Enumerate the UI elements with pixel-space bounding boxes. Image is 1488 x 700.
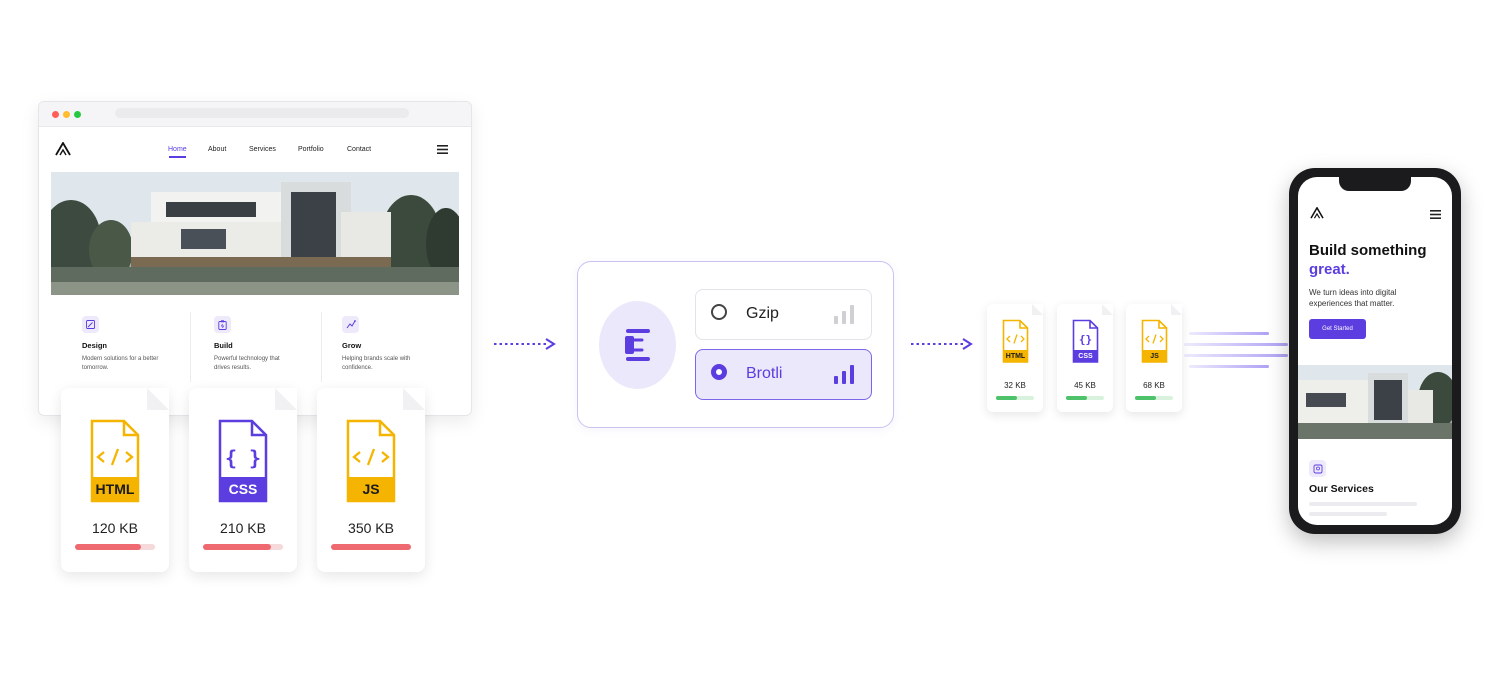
- hamburger-menu-icon[interactable]: [1430, 210, 1441, 219]
- signal-strength-weak-icon: [834, 305, 854, 324]
- feature-design: Design Modern solutions for a better tom…: [82, 316, 192, 373]
- logo-icon[interactable]: [1310, 207, 1324, 219]
- flow-arrow-icon: [494, 338, 556, 350]
- radio-selected-icon[interactable]: [711, 364, 727, 380]
- get-started-button[interactable]: Get Started: [1309, 319, 1366, 339]
- headline-text: Build something: [1309, 242, 1427, 259]
- file-size: 32 KB: [1004, 381, 1026, 390]
- compressed-file-card-js: JS 68 KB: [1126, 304, 1182, 412]
- feature-title: Design: [82, 341, 108, 350]
- file-type-label: JS: [1150, 353, 1159, 360]
- text-placeholder-line: [1309, 512, 1387, 516]
- compression-engine: [599, 301, 676, 389]
- nav-contact[interactable]: Contact: [347, 146, 371, 153]
- original-file-card-js: JS 350 KB: [317, 388, 425, 572]
- file-type-label: HTML: [95, 481, 135, 497]
- nav-home[interactable]: Home: [168, 146, 187, 153]
- compressed-file-card-css: {} CSS 45 KB: [1057, 304, 1113, 412]
- original-file-card-css: { } CSS 210 KB: [189, 388, 297, 572]
- file-type-label: JS: [362, 481, 380, 497]
- file-size-bar: [75, 544, 155, 550]
- option-label: Gzip: [746, 305, 779, 322]
- feature-build: Build Powerful technology that drives re…: [214, 316, 324, 373]
- file-size-bar: [1135, 396, 1173, 400]
- feature-description: Powerful technology that drives results.: [214, 356, 280, 371]
- mobile-device-preview: Build something great. We turn ideas int…: [1289, 168, 1461, 534]
- nav-portfolio[interactable]: Portfolio: [298, 146, 324, 153]
- file-size: 350 KB: [348, 520, 394, 536]
- option-label: Brotli: [746, 365, 783, 382]
- close-window-dot[interactable]: [52, 111, 59, 118]
- compressed-file-card-html: HTML 32 KB: [987, 304, 1043, 412]
- signal-strength-strong-icon: [834, 365, 854, 384]
- hero-image-modern-house: [51, 172, 459, 295]
- browser-toolbar: [39, 102, 471, 127]
- speed-line: [1189, 365, 1269, 368]
- original-file-card-html: HTML 120 KB: [61, 388, 169, 572]
- file-size: 120 KB: [92, 520, 138, 536]
- feature-title: Grow: [342, 341, 362, 350]
- feature-description: Helping brands scale with confidence.: [342, 356, 411, 371]
- speed-line: [1189, 332, 1269, 335]
- file-size-bar: [996, 396, 1034, 400]
- maximize-window-dot[interactable]: [74, 111, 81, 118]
- file-size-bar: [1066, 396, 1104, 400]
- compression-option-brotli[interactable]: Brotli: [695, 349, 872, 400]
- phone-subtext: We turn ideas into digital experiences t…: [1309, 288, 1397, 308]
- file-size: 210 KB: [220, 520, 266, 536]
- services-icon: [1309, 460, 1326, 477]
- file-size: 45 KB: [1074, 381, 1096, 390]
- feature-divider: [190, 312, 191, 382]
- compression-panel: Gzip Brotli: [577, 261, 894, 428]
- hamburger-menu-icon[interactable]: [437, 145, 448, 154]
- compression-option-gzip[interactable]: Gzip: [695, 289, 872, 340]
- design-icon: [82, 316, 99, 333]
- radio-unselected-icon[interactable]: [711, 304, 727, 320]
- site-navbar: Home About Services Portfolio Contact: [39, 126, 471, 172]
- address-bar[interactable]: [115, 108, 409, 118]
- text-placeholder-line: [1309, 502, 1417, 506]
- headline-accent-text: great.: [1309, 261, 1350, 278]
- build-icon: [214, 316, 231, 333]
- speed-line: [1184, 343, 1288, 346]
- file-size: 68 KB: [1143, 381, 1165, 390]
- nav-active-underline: [169, 156, 186, 158]
- phone-hero-image: [1298, 365, 1452, 439]
- phone-section-title: Our Services: [1309, 483, 1374, 495]
- svg-text:{ }: { }: [225, 446, 261, 470]
- feature-title: Build: [214, 341, 233, 350]
- speed-line: [1184, 354, 1288, 357]
- grow-icon: [342, 316, 359, 333]
- logo-icon[interactable]: [55, 142, 71, 156]
- file-type-label: CSS: [1078, 353, 1093, 360]
- compression-clamp-icon: [625, 329, 650, 361]
- phone-screen: Build something great. We turn ideas int…: [1298, 177, 1452, 525]
- nav-services[interactable]: Services: [249, 146, 276, 153]
- feature-grow: Grow Helping brands scale with confidenc…: [342, 316, 452, 373]
- file-type-label: HTML: [1005, 353, 1026, 360]
- phone-notch: [1339, 177, 1411, 191]
- website-desktop-preview: Home About Services Portfolio Contact De…: [38, 101, 472, 416]
- feature-divider: [321, 312, 322, 382]
- svg-text:{}: {}: [1079, 333, 1092, 346]
- phone-headline: Build something great.: [1309, 241, 1449, 279]
- nav-about[interactable]: About: [208, 146, 226, 153]
- minimize-window-dot[interactable]: [63, 111, 70, 118]
- feature-description: Modern solutions for a better tomorrow.: [82, 356, 159, 371]
- file-type-label: CSS: [228, 481, 258, 497]
- file-size-bar: [203, 544, 283, 550]
- flow-arrow-icon: [911, 338, 973, 350]
- file-size-bar: [331, 544, 411, 550]
